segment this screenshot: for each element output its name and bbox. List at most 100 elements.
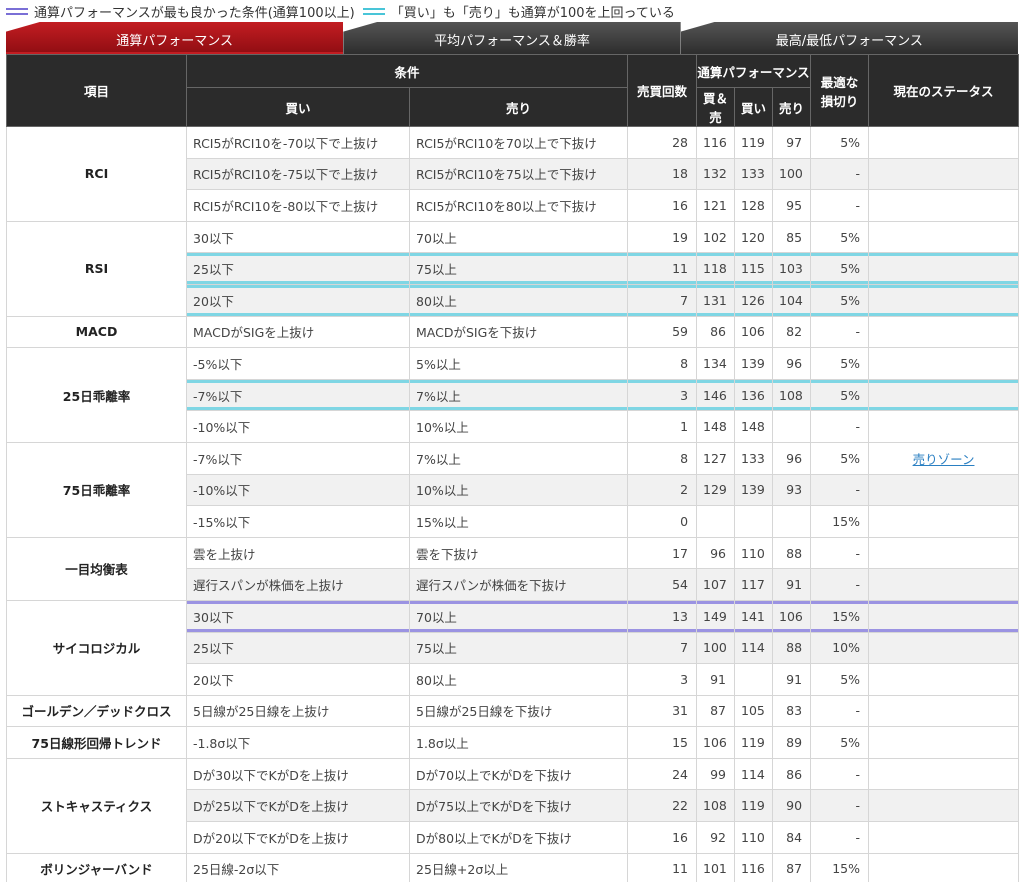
legend: 通算パフォーマンスが最も良かった条件(通算100以上) 「買い」も「売り」も通算…: [0, 0, 1024, 22]
current-status: [868, 821, 1020, 854]
trade-count: 8: [627, 441, 698, 475]
perf-buy: 119: [734, 126, 774, 159]
optimal-stoploss: -: [810, 157, 870, 191]
perf-both: 131: [696, 283, 736, 317]
perf-sell: 86: [772, 757, 812, 791]
perf-buy: 116: [734, 852, 774, 882]
sell-condition: 70以上: [408, 220, 629, 254]
perf-sell: 103: [772, 252, 812, 285]
buy-condition: 5日線が25日線を上抜け: [186, 694, 410, 728]
perf-sell: 88: [772, 631, 812, 665]
table-row: RCI RCI5がRCI10を-70以下で上抜け RCI5がRCI10を70以上で下…: [6, 126, 1020, 222]
current-status: [868, 252, 1020, 285]
optimal-stoploss: -: [810, 473, 870, 507]
sell-condition: 1.8σ以上: [408, 726, 629, 759]
perf-sell: 91: [772, 663, 812, 696]
perf-buy: 110: [734, 821, 774, 854]
trade-count: 3: [627, 663, 698, 696]
table-row: 75日乖離率 -7%以下 7%以上 8 127 133 96 5% 売りゾーン: [6, 441, 1020, 538]
perf-both: 132: [696, 157, 736, 191]
perf-sell: 87: [772, 852, 812, 882]
perf-buy: 128: [734, 189, 774, 222]
current-status: [868, 410, 1020, 443]
current-status: [868, 347, 1020, 380]
optimal-stoploss: -: [810, 821, 870, 854]
indicator-name: サイコロジカル: [6, 599, 187, 696]
current-status: [868, 852, 1020, 882]
buy-condition: -10%以下: [186, 473, 410, 507]
perf-both: 87: [696, 694, 736, 728]
optimal-stoploss: -: [810, 410, 870, 443]
perf-sell: 100: [772, 157, 812, 191]
indicator-name: ボリンジャーバンド: [6, 852, 187, 882]
perf-sell: 83: [772, 694, 812, 728]
sell-condition: 25日線+2σ以上: [408, 852, 629, 882]
perf-buy: 120: [734, 220, 774, 254]
tab-total-performance[interactable]: 通算パフォーマンス: [6, 22, 344, 54]
sell-condition: 5%以上: [408, 347, 629, 380]
indicator-name: ストキャスティクス: [6, 757, 187, 854]
trade-count: 2: [627, 473, 698, 507]
table-row: ボリンジャーバンド 25日線-2σ以下 25日線+2σ以上 11 101 116 87 15%: [6, 852, 1020, 882]
trade-count: 13: [627, 599, 698, 633]
sell-condition: 75以上: [408, 631, 629, 665]
sell-condition: 80以上: [408, 663, 629, 696]
buy-condition: -1.8σ以下: [186, 726, 410, 759]
buy-condition: -5%以下: [186, 347, 410, 380]
indicator-name: 75日乖離率: [6, 441, 187, 538]
buy-condition: 30以下: [186, 220, 410, 254]
header-condition: 条件: [185, 54, 629, 88]
status-link[interactable]: 売りゾーン: [913, 452, 975, 467]
optimal-stoploss: 5%: [810, 252, 870, 285]
trade-count: 28: [627, 126, 698, 159]
optimal-stoploss: 5%: [810, 283, 870, 317]
perf-sell: 104: [772, 283, 812, 317]
optimal-stoploss: 5%: [810, 663, 870, 696]
perf-buy: 141: [734, 599, 774, 633]
performance-table: 項目 条件 売買回数 通算パフォーマンス 最適な 損切り 現在のステータス 買い…: [6, 54, 1020, 882]
tab-max-min-performance[interactable]: 最高/最低パフォーマンス: [680, 22, 1018, 54]
sell-condition: 70以上: [408, 599, 629, 633]
table-row: 75日線形回帰トレンド -1.8σ以下 1.8σ以上 15 106 119 89 5%: [6, 726, 1020, 759]
sell-condition: Dが75以上でKがDを下抜け: [408, 789, 629, 823]
perf-both: 121: [696, 189, 736, 222]
current-status: [868, 505, 1020, 538]
perf-both: 148: [696, 410, 736, 443]
current-status: [868, 599, 1020, 633]
header-perf-sell: 売り: [772, 87, 812, 127]
buy-condition: 25日線-2σ以下: [186, 852, 410, 882]
indicator-name: ゴールデン／デッドクロス: [6, 694, 187, 728]
optimal-stoploss: 15%: [810, 505, 870, 538]
buy-condition: Dが20以下でKがDを上抜け: [186, 821, 410, 854]
current-status: [868, 378, 1020, 412]
table-row: ゴールデン／デッドクロス 5日線が25日線を上抜け 5日線が25日線を下抜け 31 87…: [6, 694, 1020, 728]
perf-buy: 126: [734, 283, 774, 317]
perf-sell: 93: [772, 473, 812, 507]
trade-count: 3: [627, 378, 698, 412]
optimal-stoploss: 5%: [810, 378, 870, 412]
perf-buy: 114: [734, 631, 774, 665]
tab-average-performance[interactable]: 平均パフォーマンス＆勝率: [343, 22, 681, 54]
current-status: [868, 663, 1020, 696]
perf-both: 129: [696, 473, 736, 507]
perf-buy: 105: [734, 694, 774, 728]
header-perf-buy: 買い: [734, 87, 774, 127]
perf-buy: 119: [734, 789, 774, 823]
trade-count: 15: [627, 726, 698, 759]
optimal-stoploss: -: [810, 789, 870, 823]
current-status: [868, 157, 1020, 191]
perf-both: 92: [696, 821, 736, 854]
cyan-legend-text: 「買い」も「売り」も通算が100を上回っている: [390, 5, 675, 21]
optimal-stoploss: 15%: [810, 599, 870, 633]
sell-condition: Dが80以上でKがDを下抜け: [408, 821, 629, 854]
current-status: [868, 126, 1020, 159]
perf-sell: 96: [772, 441, 812, 475]
current-status: [868, 315, 1020, 349]
buy-condition: -7%以下: [186, 378, 410, 412]
perf-buy: 148: [734, 410, 774, 443]
perf-both: 107: [696, 568, 736, 601]
perf-sell: 88: [772, 536, 812, 570]
table-row: 25日乖離率 -5%以下 5%以上 8 134 139 96 5%: [6, 347, 1020, 443]
trade-count: 0: [627, 505, 698, 538]
perf-sell: [772, 410, 812, 443]
